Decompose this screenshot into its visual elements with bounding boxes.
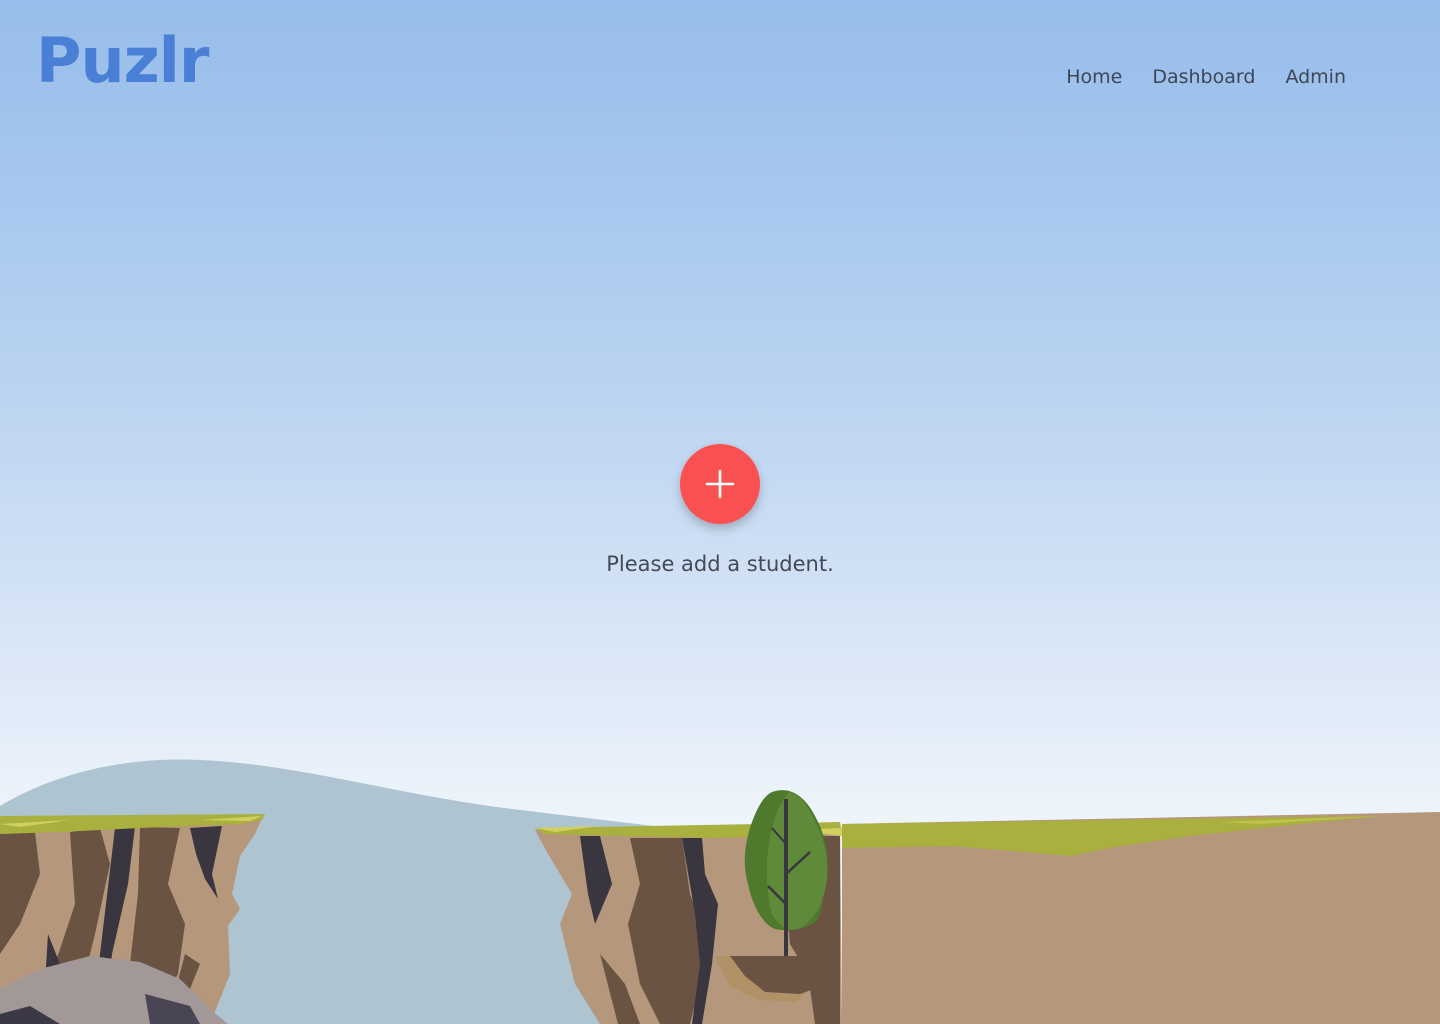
- main-nav: Home Dashboard Admin: [1066, 66, 1346, 88]
- site-header: Puzlr Home Dashboard Admin: [0, 0, 1440, 150]
- app-logo[interactable]: Puzlr: [36, 30, 209, 92]
- cliff-landscape-illustration: [0, 759, 1440, 1024]
- nav-link-admin[interactable]: Admin: [1285, 66, 1346, 88]
- empty-state: Please add a student.: [0, 444, 1440, 576]
- plus-icon: [705, 469, 735, 499]
- nav-link-home[interactable]: Home: [1066, 66, 1122, 88]
- empty-state-message: Please add a student.: [606, 552, 834, 576]
- add-student-button[interactable]: [680, 444, 760, 524]
- nav-link-dashboard[interactable]: Dashboard: [1152, 66, 1255, 88]
- valley: [200, 824, 560, 1024]
